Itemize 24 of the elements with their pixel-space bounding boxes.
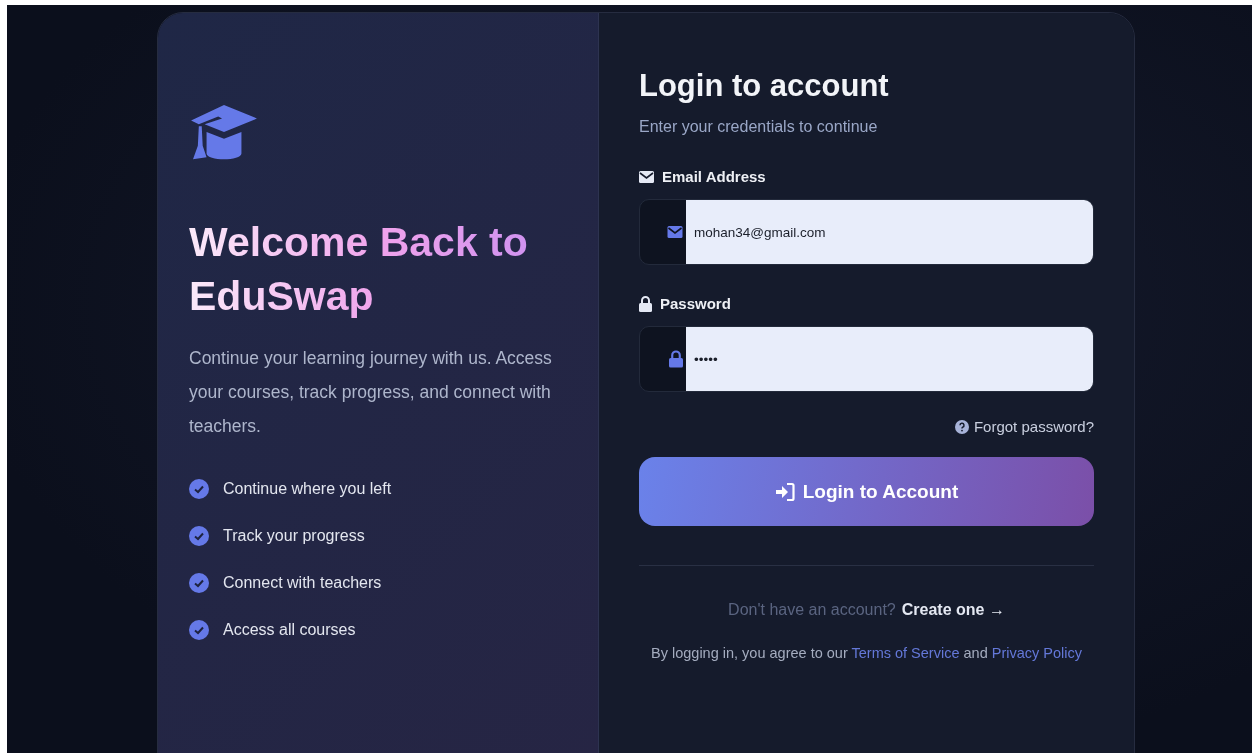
forgot-password-link[interactable]: Forgot password?	[954, 418, 1094, 435]
terms-link[interactable]: Terms of Service	[851, 645, 960, 661]
email-field[interactable]: mohan34@gmail.com	[639, 199, 1094, 265]
subtitle-text: Enter your credentials to continue	[639, 118, 879, 136]
feature-label: Connect with teachers	[223, 574, 382, 592]
feature-label: Continue where you left	[223, 480, 392, 498]
field-label: Email Address	[662, 168, 766, 185]
sign-in-icon	[774, 481, 795, 502]
field-label: Password	[660, 295, 731, 312]
create-account-link[interactable]: Create one →	[901, 601, 1005, 619]
lock-icon	[639, 295, 652, 312]
privacy-link[interactable]: Privacy Policy	[991, 645, 1082, 661]
signup-prompt: Don't have an account?	[728, 601, 896, 619]
lock-icon	[669, 350, 683, 368]
feature-label: Track your progress	[223, 527, 365, 545]
envelope-icon	[667, 226, 683, 238]
login-heading: Login to account	[639, 68, 890, 104]
legal-text: By logging in, you agree to our Terms of Service and Privacy Policy	[650, 645, 1083, 661]
login-button[interactable]: Login to Account	[639, 457, 1094, 526]
question-circle-icon	[954, 419, 969, 434]
password-field[interactable]: •••••	[639, 326, 1094, 392]
feature-label: Access all courses	[223, 621, 356, 639]
envelope-icon	[639, 170, 654, 183]
description-text: Continue your learning journey with us. Access your courses, track progress, and connect with teachers.	[189, 347, 553, 438]
